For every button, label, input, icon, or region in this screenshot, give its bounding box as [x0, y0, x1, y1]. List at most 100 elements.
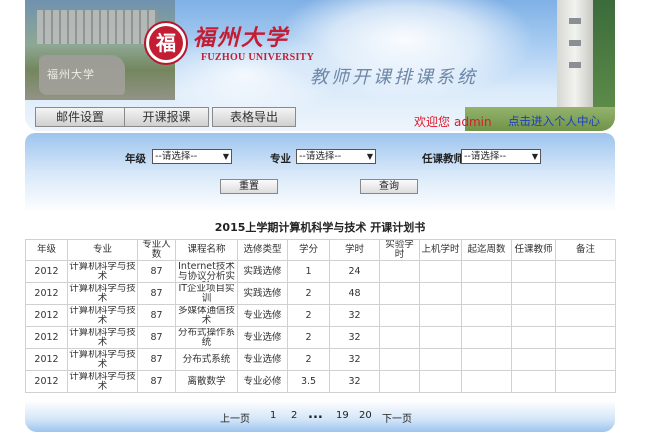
- cell-text: 3.5: [300, 375, 317, 387]
- table-row: 2012 计算机科学与技术 87 分布式系统 专业选修 2 32: [25, 348, 616, 371]
- cell-text: 87: [150, 287, 163, 299]
- table-cell: 分布式系统: [175, 348, 238, 371]
- cell-text: 实践选修: [243, 287, 282, 299]
- table-cell: 3.5: [287, 370, 330, 393]
- major-select[interactable]: --请选择-- ▼: [296, 149, 376, 164]
- cell-text: [381, 262, 418, 282]
- cell-text: 计算机科学与技术: [69, 349, 136, 370]
- tab-course-report[interactable]: 开课报课: [124, 107, 209, 127]
- prev-page-link[interactable]: 上一页: [220, 410, 250, 425]
- grade-select-value: --请选择--: [155, 151, 198, 162]
- cell-text: [463, 262, 510, 282]
- cell-text: [381, 350, 418, 370]
- tower-window: [569, 18, 581, 24]
- table-cell: 计算机科学与技术: [67, 348, 138, 371]
- table-cell: [555, 260, 616, 283]
- table-cell: [419, 304, 462, 327]
- table-cell: [555, 304, 616, 327]
- cell-text: [513, 328, 554, 348]
- tab-table-export[interactable]: 表格导出: [212, 107, 296, 127]
- page-link-2[interactable]: 2: [291, 410, 297, 421]
- teacher-label: 任课教师: [422, 153, 464, 165]
- query-button[interactable]: 查询: [360, 179, 418, 194]
- cell-text: [557, 306, 614, 326]
- table-cell: 专业选修: [237, 348, 288, 371]
- table-row: 2012 计算机科学与技术 87 离散数学 专业必修 3.5 32: [25, 370, 616, 393]
- table-cell: [511, 326, 556, 349]
- cell-text: 32: [348, 331, 361, 343]
- column-header: 学时: [329, 239, 380, 261]
- university-name-en: FUZHOU UNIVERSITY: [201, 52, 315, 63]
- tower-window: [569, 40, 581, 46]
- page-link-19[interactable]: 19: [336, 410, 349, 421]
- table-cell: Internet技术与协议分析实验: [175, 260, 238, 283]
- column-header: 专业人数: [137, 239, 176, 261]
- table-cell: 分布式操作系统: [175, 326, 238, 349]
- university-name: 福州大学: [193, 25, 290, 51]
- column-header: 选修类型: [237, 239, 288, 261]
- cell-text: [463, 306, 510, 326]
- table-cell: 87: [137, 370, 176, 393]
- column-header: 课程名称: [175, 239, 238, 261]
- tab-mail-settings[interactable]: 邮件设置: [35, 107, 125, 127]
- table-cell: 计算机科学与技术: [67, 326, 138, 349]
- next-page-link[interactable]: 下一页: [382, 410, 412, 425]
- table-cell: [419, 260, 462, 283]
- banner-tree: [593, 0, 615, 112]
- cell-text: 87: [150, 353, 163, 365]
- cell-text: 2012: [34, 353, 59, 365]
- table-row: 2012 计算机科学与技术 87 Internet技术与协议分析实验实践选修 1 24: [25, 260, 616, 283]
- table-cell: [511, 260, 556, 283]
- table-cell: IT企业项目实训: [175, 282, 238, 305]
- table-cell: [511, 304, 556, 327]
- personal-center-link[interactable]: 点击进入个人中心: [508, 113, 600, 129]
- clock-tower: [557, 0, 593, 112]
- cell-text: 计算机科学与技术: [69, 261, 136, 282]
- welcome-text: 欢迎您: [414, 115, 451, 129]
- cell-text: 32: [348, 375, 361, 387]
- cell-text: [513, 350, 554, 370]
- table-cell: 计算机科学与技术: [67, 304, 138, 327]
- cell-text: 87: [150, 309, 163, 321]
- cell-text: 2012: [34, 287, 59, 299]
- table-cell: 2012: [25, 304, 68, 327]
- dropdown-arrow-icon: ▼: [531, 152, 538, 161]
- cell-text: [557, 328, 614, 348]
- table-cell: [461, 326, 512, 349]
- logo-seal-char: 福: [149, 26, 183, 60]
- table-cell: [461, 370, 512, 393]
- teacher-select[interactable]: --请选择-- ▼: [461, 149, 541, 164]
- cell-text: [513, 372, 554, 392]
- dropdown-arrow-icon: ▼: [222, 152, 229, 161]
- table-cell: [461, 260, 512, 283]
- cell-text: 32: [348, 353, 361, 365]
- cell-text: 离散数学: [187, 375, 226, 387]
- reset-button[interactable]: 重置: [220, 179, 278, 194]
- page-ellipsis: ...: [308, 407, 323, 422]
- cell-text: [421, 306, 460, 326]
- cell-text: [421, 372, 460, 392]
- table-cell: 87: [137, 326, 176, 349]
- course-plan-area: 2015上学期计算机科学与技术 开课计划书 年级 专业 专业人数 课程名称 选修类型 学分…: [25, 213, 616, 400]
- cell-text: [421, 262, 460, 282]
- table-cell: 专业选修: [237, 304, 288, 327]
- page-link-20[interactable]: 20: [359, 410, 372, 421]
- table-cell: 离散数学: [175, 370, 238, 393]
- table-cell: 计算机科学与技术: [67, 282, 138, 305]
- cell-text: [421, 284, 460, 304]
- table-cell: 87: [137, 304, 176, 327]
- cell-text: [513, 306, 554, 326]
- table-cell: 计算机科学与技术: [67, 260, 138, 283]
- cell-text: 1: [305, 265, 312, 277]
- table-cell: 1: [287, 260, 330, 283]
- grade-select[interactable]: --请选择-- ▼: [152, 149, 232, 164]
- page-link-1[interactable]: 1: [270, 410, 276, 421]
- cell-text: 分布式操作系统: [177, 327, 235, 348]
- table-cell: [419, 326, 462, 349]
- column-header: 备注: [555, 239, 616, 261]
- cell-text: [381, 306, 418, 326]
- table-cell: [379, 282, 420, 305]
- campus-building: [37, 10, 157, 44]
- filter-panel: 年级 --请选择-- ▼ 专业 --请选择-- ▼ 任课教师 --请选择-- ▼…: [25, 133, 615, 213]
- major-label: 专业: [270, 153, 291, 165]
